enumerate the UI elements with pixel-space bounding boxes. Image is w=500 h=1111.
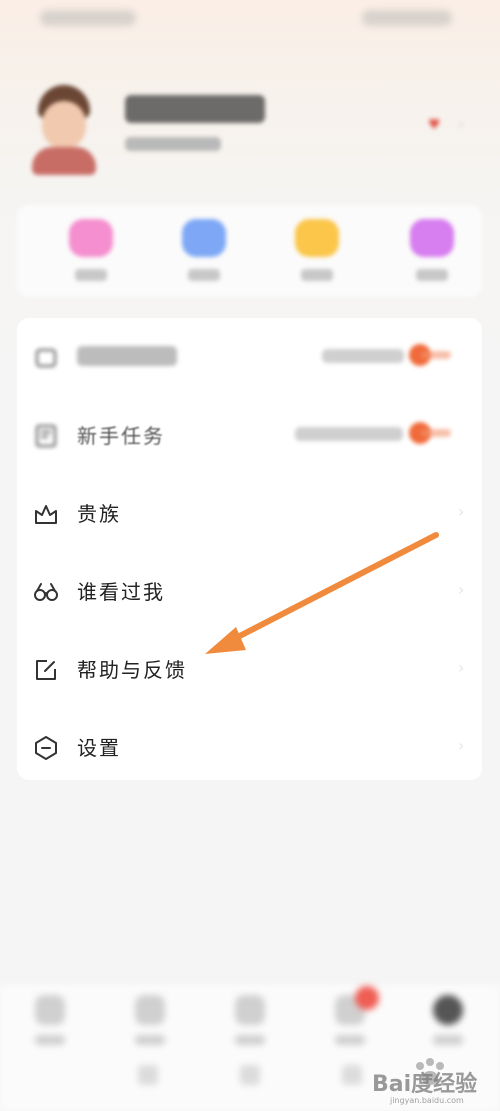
status-bar-left: [40, 10, 136, 26]
nav-icon: [135, 995, 165, 1025]
watermark-text: Bai度经验: [372, 1072, 478, 1097]
quick-action-icon: [69, 219, 113, 257]
menu-item-blurred[interactable]: [17, 318, 482, 396]
menu-item-label: 帮助与反馈: [77, 658, 187, 682]
edit-feedback-icon: [36, 660, 56, 680]
menu-item-newbie-tasks[interactable]: 新手任务: [17, 396, 482, 474]
menu-item-help-feedback[interactable]: 帮助与反馈 ›: [17, 630, 482, 708]
quick-actions-card: [17, 205, 482, 297]
menu-item-nobility[interactable]: 贵族 ›: [17, 474, 482, 552]
nav-tab-3[interactable]: [220, 995, 280, 1055]
system-nav-menu[interactable]: [138, 1065, 158, 1085]
heart-icon: ♥: [428, 117, 441, 133]
quick-action-icon: [410, 219, 454, 257]
chevron-right-icon[interactable]: ›: [458, 117, 464, 133]
menu-item-label: 设置: [77, 736, 121, 760]
quick-action-icon: [182, 219, 226, 257]
crown-icon: [35, 505, 57, 524]
badge-arrow: [421, 351, 451, 359]
chevron-right-icon: ›: [458, 658, 465, 677]
watermark: Bai度经验 jingyan.baidu.com: [372, 1056, 494, 1106]
task-list-icon: [36, 425, 56, 447]
menu-item-subtext-blurred: [295, 427, 403, 441]
chevron-right-icon: ›: [458, 736, 465, 755]
quick-action-icon: [295, 219, 339, 257]
glasses-icon: [34, 583, 58, 601]
user-id-blurred: [125, 137, 221, 151]
quick-action-label: [416, 269, 448, 281]
nav-label: [235, 1035, 265, 1045]
nav-tab-me[interactable]: [418, 995, 478, 1055]
nav-icon: [235, 995, 265, 1025]
quick-action-label: [75, 269, 107, 281]
chevron-right-icon: ›: [458, 502, 465, 521]
nav-tab-2[interactable]: [120, 995, 180, 1055]
avatar-icon: [433, 995, 463, 1025]
nav-label: [433, 1035, 463, 1045]
watermark-url: jingyan.baidu.com: [390, 1096, 464, 1105]
quick-action-2[interactable]: [174, 219, 234, 289]
avatar[interactable]: [30, 85, 98, 175]
profile-header[interactable]: ♥ ›: [0, 75, 500, 185]
shield-icon: [36, 349, 56, 367]
menu-item-label: 贵族: [77, 502, 121, 526]
nav-icon: [35, 995, 65, 1025]
menu-card: 新手任务 贵族 › 谁看过我 › 帮助与反馈 › 设置 ›: [17, 318, 482, 780]
menu-item-label: 谁看过我: [77, 580, 165, 604]
quick-action-label: [188, 269, 220, 281]
menu-item-subtext-blurred: [322, 349, 404, 363]
quick-action-3[interactable]: [287, 219, 347, 289]
system-nav-back[interactable]: [342, 1065, 362, 1085]
quick-action-label: [301, 269, 333, 281]
chevron-right-icon: ›: [458, 580, 465, 599]
nav-tab-1[interactable]: [20, 995, 80, 1055]
nav-label: [135, 1035, 165, 1045]
status-bar: [0, 0, 500, 40]
system-nav-home[interactable]: [240, 1065, 260, 1085]
notification-badge: [355, 986, 379, 1010]
username-blurred: [125, 95, 265, 123]
menu-item-label-blurred: [77, 346, 177, 366]
nav-label: [35, 1035, 65, 1045]
nav-label: [335, 1035, 365, 1045]
menu-item-visitors[interactable]: 谁看过我 ›: [17, 552, 482, 630]
menu-item-settings[interactable]: 设置 ›: [17, 708, 482, 786]
quick-action-4[interactable]: [402, 219, 462, 289]
settings-hexagon-icon: [35, 736, 57, 760]
status-bar-right: [362, 10, 452, 26]
menu-item-label: 新手任务: [77, 424, 165, 448]
badge-arrow: [421, 429, 451, 437]
quick-action-1[interactable]: [61, 219, 121, 289]
